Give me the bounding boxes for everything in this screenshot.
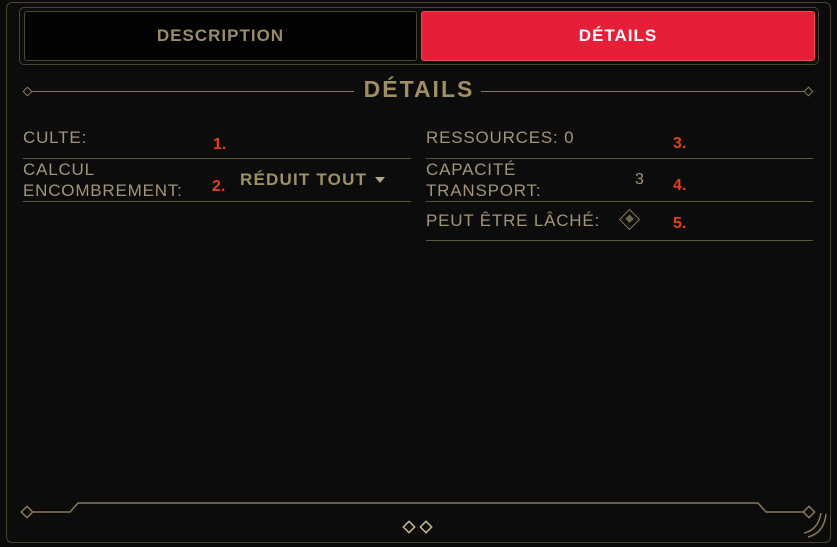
- bottom-ornament: [20, 502, 827, 538]
